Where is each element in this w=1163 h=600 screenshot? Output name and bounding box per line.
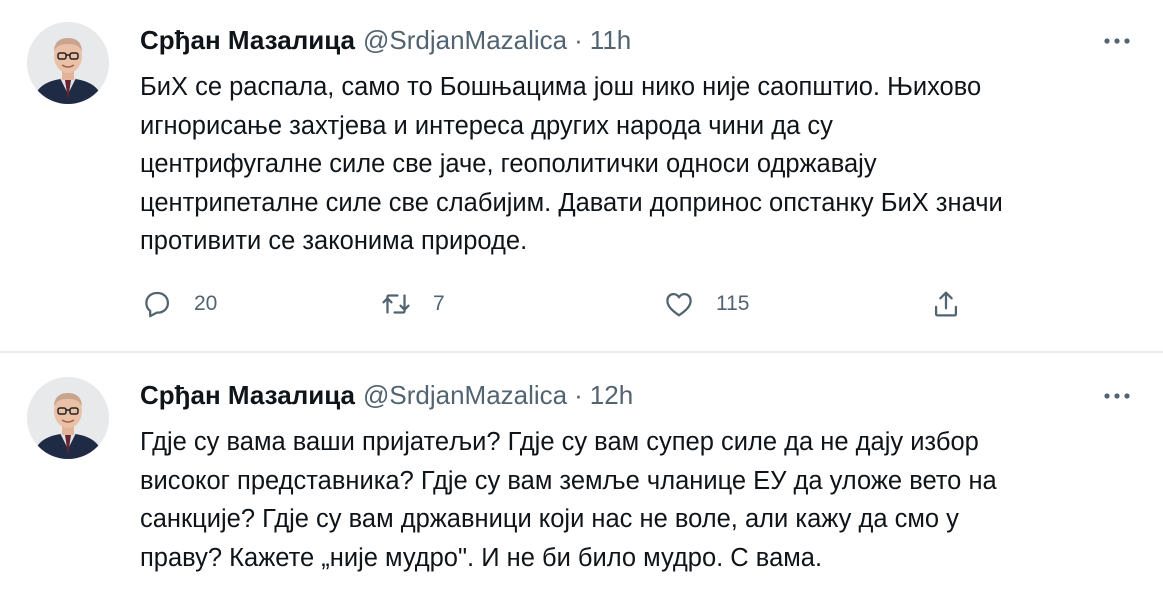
tweet-text-line: високог представника? Гдје су вам земље … — [140, 466, 997, 495]
like-button[interactable]: 115 — [662, 284, 749, 324]
avatar-photo — [27, 377, 109, 459]
tweet-text: БиХ се распала, само то Бошњацима још ни… — [140, 68, 1130, 261]
reply-count: 20 — [194, 292, 218, 315]
tweet-text-line: центрипеталне силе све слабијим. Давати … — [140, 188, 1003, 217]
tweet-text: Гдје су вама ваши пријатељи? Гдје су вам… — [140, 423, 1130, 577]
tweet-text-line: центрифугалне силе све јаче, геополитичк… — [140, 150, 877, 178]
tweet-2[interactable]: Срђан Мазалица @SrdjanMazalica · 12h Гдје с… — [0, 353, 1163, 600]
more-options-button[interactable] — [1097, 26, 1137, 56]
retweet-count: 7 — [433, 292, 445, 315]
tweet-text-line: БиХ се распала, само то Бошњацима још ни… — [140, 73, 982, 101]
author-handle[interactable]: @SrdjanMazalica — [363, 380, 567, 410]
avatar[interactable] — [27, 377, 109, 459]
retweet-icon — [382, 294, 410, 314]
tweet-text-line: праву? Кажете „није мудро". И не би било… — [140, 543, 823, 572]
separator-dot: · — [574, 380, 583, 410]
tweet-header: Срђан Мазалица @SrdjanMazalica · 12h — [140, 375, 633, 415]
avatar-photo — [27, 22, 109, 104]
avatar[interactable] — [27, 22, 109, 104]
author-name[interactable]: Срђан Мазалица — [140, 25, 355, 55]
timestamp[interactable]: 12h — [590, 380, 633, 410]
separator-dot: · — [574, 25, 583, 55]
share-button[interactable] — [929, 284, 963, 324]
timestamp[interactable]: 11h — [590, 25, 631, 55]
tweet-header: Срђан Мазалица @SrdjanMazalica · 11h — [140, 20, 631, 60]
heart-icon — [666, 292, 692, 317]
author-name[interactable]: Срђан Мазалица — [140, 380, 355, 410]
tweet-1[interactable]: Срђан Мазалица @SrdjanMazalica · 11h БиХ се… — [0, 0, 1163, 352]
tweet-actions: 20 7 115 — [140, 284, 1140, 324]
tweet-text-line: Гдје су вама ваши пријатељи? Гдје су вам… — [140, 428, 979, 456]
tweet-text-line: противити се законима природе. — [140, 227, 528, 255]
reply-button[interactable]: 20 — [140, 284, 217, 324]
reply-bubble-icon — [145, 291, 170, 318]
more-horizontal-icon — [1104, 393, 1130, 399]
tweet-text-line: игнорисање захтјева и интереса других на… — [140, 111, 833, 140]
more-horizontal-icon — [1104, 38, 1130, 44]
tweet-text-line: санкције? Гдје су вам државници који нас… — [140, 505, 959, 533]
share-icon — [934, 291, 958, 317]
more-options-button[interactable] — [1097, 381, 1137, 411]
retweet-button[interactable]: 7 — [379, 284, 445, 324]
like-count: 115 — [716, 292, 750, 315]
author-handle[interactable]: @SrdjanMazalica — [363, 25, 567, 55]
